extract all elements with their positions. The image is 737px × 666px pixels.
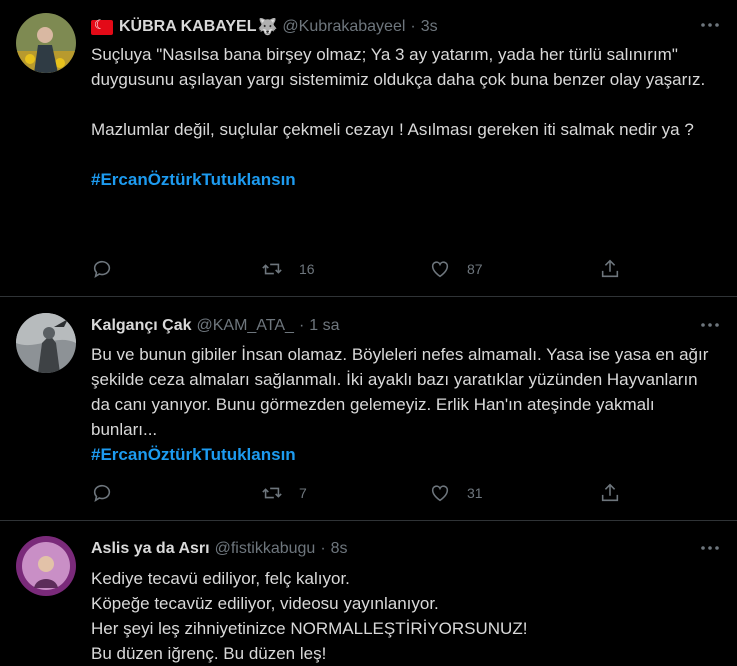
handle[interactable]: @Kubrakabayeel <box>282 18 405 36</box>
timestamp[interactable]: 8s <box>331 540 348 558</box>
like-count: 87 <box>467 261 483 277</box>
retweet-icon <box>262 487 282 499</box>
avatar[interactable] <box>16 313 76 373</box>
tweet-actions: 7 31 <box>91 482 631 504</box>
separator-dot: · <box>298 317 305 334</box>
reply-icon <box>93 260 111 279</box>
more-options-icon[interactable] <box>699 14 721 36</box>
tweet[interactable]: Kalgançı Çak @KAM_ATA_ · 1 sa Bu ve bunu… <box>0 297 737 521</box>
share-icon <box>601 483 619 502</box>
like-count: 31 <box>467 485 483 501</box>
tweet-header: Kalgançı Çak @KAM_ATA_ · 1 sa <box>91 317 340 335</box>
handle[interactable]: @KAM_ATA_ <box>196 317 293 335</box>
hashtag-link[interactable]: #ErcanÖztürkTutuklansın <box>91 442 721 467</box>
share-icon <box>601 259 619 278</box>
separator-dot: · <box>410 18 416 35</box>
tweet-paragraph: Bu ve bunun gibiler İnsan olamaz. Böylel… <box>91 345 709 439</box>
tweet[interactable]: KÜBRA KABAYEL 🐺 @Kubrakabayeel · 3s Suçl… <box>0 0 737 297</box>
tweet-line: Kediye tecavü ediliyor, felç kalıyor. <box>91 569 350 588</box>
retweet-count: 7 <box>299 485 307 501</box>
share-button[interactable] <box>599 258 621 280</box>
avatar[interactable] <box>16 13 76 73</box>
tweet-text: Bu ve bunun gibiler İnsan olamaz. Böylel… <box>91 342 721 467</box>
retweet-count: 16 <box>299 261 315 277</box>
reply-icon <box>93 484 111 503</box>
hashtag-link[interactable]: #ErcanÖztürkTutuklansın <box>91 167 721 192</box>
share-button[interactable] <box>599 482 621 504</box>
heart-icon <box>431 485 449 502</box>
more-options-icon[interactable] <box>699 537 721 559</box>
more-options-icon[interactable] <box>699 314 721 336</box>
display-name[interactable]: KÜBRA KABAYEL <box>119 18 257 36</box>
reply-button[interactable] <box>91 482 261 504</box>
handle[interactable]: @fistikkabugu <box>215 540 316 558</box>
tweet-text: Kediye tecavü ediliyor, felç kalıyor. Kö… <box>91 566 721 666</box>
tweet[interactable]: Aslis ya da Asrı @fistikkabugu · 8s Kedi… <box>0 521 737 664</box>
wolf-emoji-icon: 🐺 <box>257 19 278 36</box>
tweet-actions: 16 87 <box>91 258 631 280</box>
retweet-button[interactable]: 7 <box>261 482 429 504</box>
tweet-header: KÜBRA KABAYEL 🐺 @Kubrakabayeel · 3s <box>91 17 438 37</box>
timestamp[interactable]: 3s <box>421 18 438 36</box>
separator-dot: · <box>320 540 326 557</box>
retweet-button[interactable]: 16 <box>261 258 429 280</box>
heart-icon <box>431 261 449 278</box>
like-button[interactable]: 31 <box>429 482 599 504</box>
tweet-line: Bu düzen iğrenç. Bu düzen leş! <box>91 644 327 663</box>
reply-button[interactable] <box>91 258 261 280</box>
display-name[interactable]: Kalgançı Çak <box>91 317 191 335</box>
like-button[interactable]: 87 <box>429 258 599 280</box>
avatar[interactable] <box>16 536 76 596</box>
tweet-line: Köpeğe tecavüz ediliyor, videosu yayınla… <box>91 594 439 613</box>
turkey-flag-icon <box>91 17 113 35</box>
tweet-text: Suçluya "Nasılsa bana birşey olmaz; Ya 3… <box>91 42 721 192</box>
tweet-paragraph: Suçluya "Nasılsa bana birşey olmaz; Ya 3… <box>91 45 706 89</box>
tweet-header: Aslis ya da Asrı @fistikkabugu · 8s <box>91 540 348 558</box>
display-name[interactable]: Aslis ya da Asrı <box>91 540 210 558</box>
timestamp[interactable]: 1 sa <box>309 317 339 335</box>
tweet-line: Her şeyi leş zihniyetinizce NORMALLEŞTİR… <box>91 619 528 638</box>
tweet-paragraph: Mazlumlar değil, suçlular çekmeli cezayı… <box>91 120 694 139</box>
retweet-icon <box>262 263 282 275</box>
